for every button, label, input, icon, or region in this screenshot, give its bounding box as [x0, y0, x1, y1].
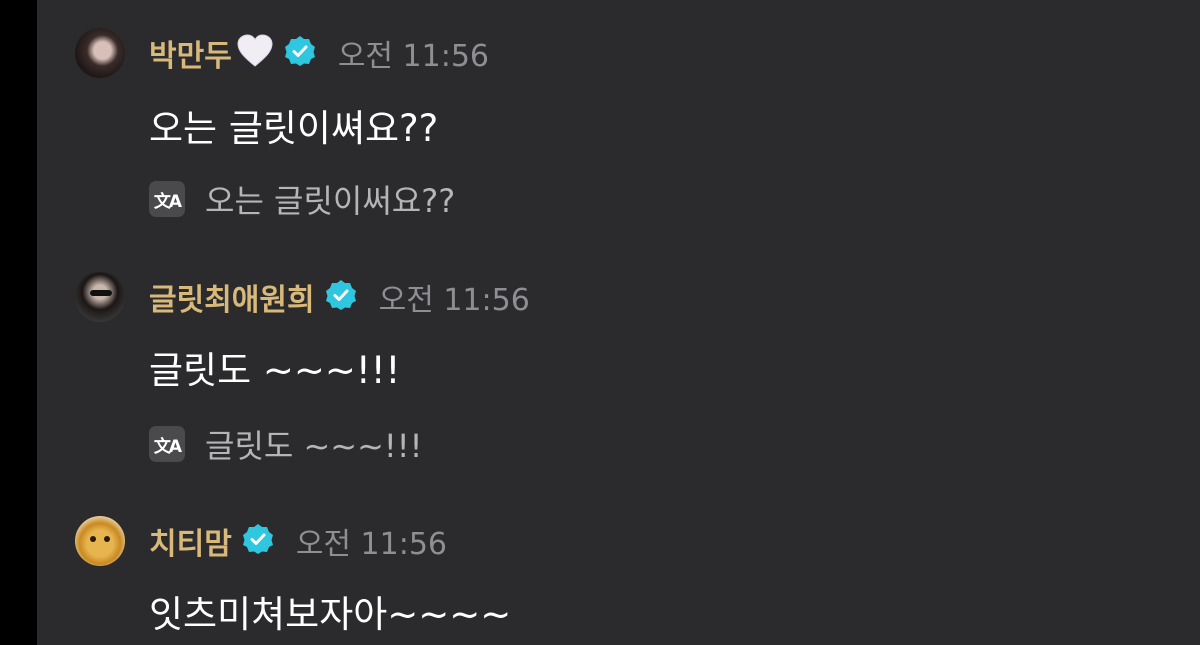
- author-name[interactable]: 글릿최애원희: [149, 275, 315, 319]
- verified-badge-icon: [325, 279, 357, 315]
- translated-text: 오는 글릿이써요??: [205, 182, 456, 220]
- message-time: 오전 11:56: [378, 283, 530, 318]
- translated-text: 글릿도 ~~~!!!: [205, 427, 423, 465]
- white-heart-icon: [236, 33, 274, 73]
- message-time: 오전 11:56: [337, 39, 490, 74]
- message-header: 글릿최애원희 오전 11:56: [149, 275, 530, 319]
- avatar[interactable]: [75, 272, 125, 322]
- message-text: 글릿도 ~~~!!!: [149, 349, 401, 392]
- message-header: 박만두 오전 11:56: [149, 31, 490, 75]
- avatar[interactable]: [75, 28, 125, 78]
- translate-icon[interactable]: 文A: [149, 426, 185, 462]
- author-name[interactable]: 치티맘: [149, 519, 232, 563]
- avatar[interactable]: [75, 516, 125, 566]
- author-name[interactable]: 박만두: [149, 31, 232, 75]
- message-text: 잇츠미쳐보자아~~~~: [149, 593, 512, 636]
- translate-icon[interactable]: 文A: [149, 181, 185, 217]
- chat-panel: 박만두 오전 11:56 오는 글릿이쎠요?? 文A 오는 글릿이써요?? 글릿…: [37, 0, 1200, 645]
- translation-row: 文A 오는 글릿이써요??: [149, 176, 455, 222]
- message-text: 오는 글릿이쎠요??: [149, 107, 439, 150]
- verified-badge-icon: [284, 35, 316, 71]
- verified-badge-icon: [242, 523, 274, 559]
- avatar-eye: [104, 536, 110, 542]
- translation-row: 文A 글릿도 ~~~!!!: [149, 421, 422, 467]
- avatar-glasses: [90, 290, 112, 296]
- message-header: 치티맘 오전 11:56: [149, 519, 448, 563]
- avatar-eye: [90, 536, 96, 542]
- message-time: 오전 11:56: [295, 527, 448, 562]
